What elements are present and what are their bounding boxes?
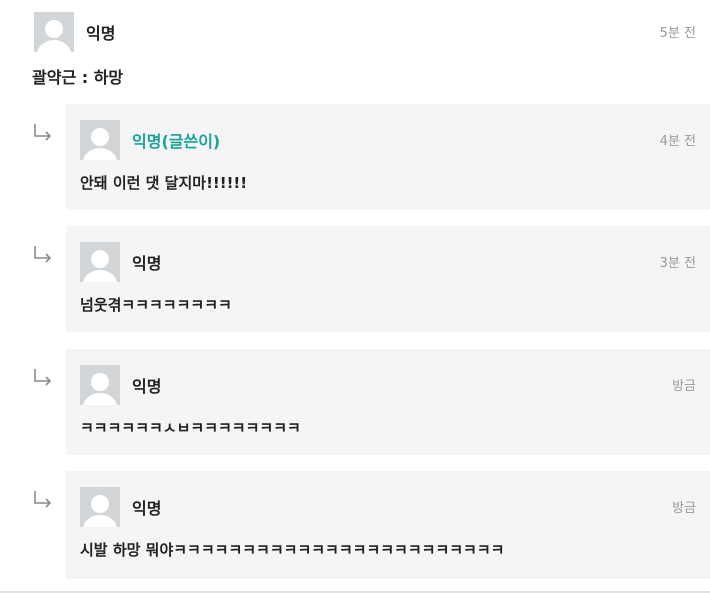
reply-time: 방금: [672, 379, 696, 394]
reply-author[interactable]: 익명: [132, 495, 161, 519]
avatar[interactable]: [80, 365, 120, 405]
reply-box: 익명 방금 ㅋㅋㅋㅋㅋㅋㅅㅂㅋㅋㅋㅋㅋㅋㅋㅋ: [66, 349, 710, 455]
reply-arrow-icon: [34, 246, 52, 263]
reply-text: ㅋㅋㅋㅋㅋㅋㅅㅂㅋㅋㅋㅋㅋㅋㅋㅋ: [80, 419, 301, 437]
reply: 익명 3분 전 넘웃겪ㅋㅋㅋㅋㅋㅋㅋㅋ: [0, 226, 710, 332]
comment-author[interactable]: 익명: [86, 20, 115, 44]
reply-text: 시발 하망 뭐야ㅋㅋㅋㅋㅋㅋㅋㅋㅋㅋㅋㅋㅋㅋㅋㅋㅋㅋㅋㅋㅋㅋㅋㅋ: [80, 541, 505, 559]
avatar[interactable]: [80, 487, 120, 527]
avatar[interactable]: [80, 242, 120, 282]
reply-header: 익명(글쓴이): [80, 120, 220, 160]
avatar[interactable]: [34, 12, 74, 52]
default-avatar-icon: [83, 495, 117, 527]
comment: 익명 5분 전 괄약근 : 하망: [32, 12, 710, 90]
comment-header: 익명: [34, 12, 710, 52]
reply-box: 익명 3분 전 넘웃겪ㅋㅋㅋㅋㅋㅋㅋㅋ: [66, 226, 710, 332]
reply-time: 3분 전: [659, 256, 696, 271]
reply-arrow-icon: [34, 491, 52, 508]
default-avatar-icon: [83, 373, 117, 405]
reply-header: 익명: [80, 242, 161, 282]
reply: 익명 방금 시발 하망 뭐야ㅋㅋㅋㅋㅋㅋㅋㅋㅋㅋㅋㅋㅋㅋㅋㅋㅋㅋㅋㅋㅋㅋㅋㅋ: [0, 471, 710, 579]
reply-header: 익명: [80, 365, 161, 405]
reply-box: 익명(글쓴이) 4분 전 안돼 이런 댓 달지마!!!!!!: [66, 104, 710, 210]
reply-arrow-icon: [34, 369, 52, 386]
reply-arrow-icon: [34, 124, 52, 141]
reply-box: 익명 방금 시발 하망 뭐야ㅋㅋㅋㅋㅋㅋㅋㅋㅋㅋㅋㅋㅋㅋㅋㅋㅋㅋㅋㅋㅋㅋㅋㅋ: [66, 471, 710, 579]
default-avatar-icon: [83, 128, 117, 160]
reply-header: 익명: [80, 487, 161, 527]
default-avatar-icon: [83, 250, 117, 282]
reply: 익명(글쓴이) 4분 전 안돼 이런 댓 달지마!!!!!!: [0, 104, 710, 210]
comment-time: 5분 전: [659, 26, 696, 41]
reply-time: 4분 전: [659, 134, 696, 149]
reply-author[interactable]: 익명: [132, 250, 161, 274]
reply-author[interactable]: 익명: [132, 373, 161, 397]
default-avatar-icon: [37, 20, 71, 52]
reply-author[interactable]: 익명(글쓴이): [132, 128, 220, 152]
avatar[interactable]: [80, 120, 120, 160]
reply: 익명 방금 ㅋㅋㅋㅋㅋㅋㅅㅂㅋㅋㅋㅋㅋㅋㅋㅋ: [0, 349, 710, 455]
reply-text: 안돼 이런 댓 달지마!!!!!!: [80, 174, 248, 192]
comment-text: 괄약근 : 하망: [32, 68, 124, 87]
reply-text: 넘웃겪ㅋㅋㅋㅋㅋㅋㅋㅋ: [80, 296, 232, 314]
reply-time: 방금: [672, 501, 696, 516]
